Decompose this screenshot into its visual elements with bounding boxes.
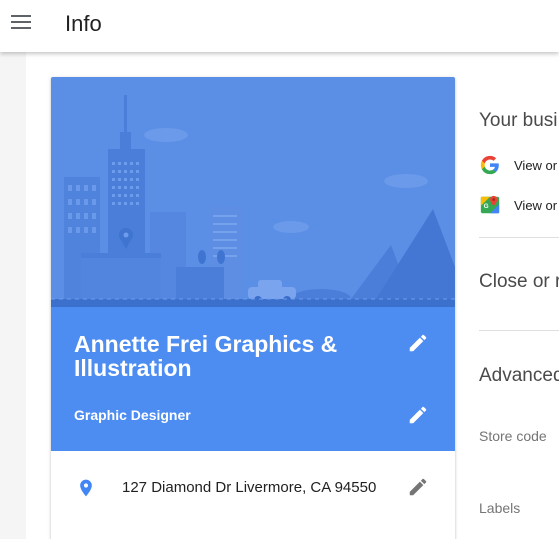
labels-label[interactable]: Labels: [479, 500, 520, 516]
address-row[interactable]: 127 Diamond Dr Livermore, CA 94550: [51, 451, 455, 531]
city-illustration-banner: [51, 77, 455, 307]
page-title: Info: [65, 11, 102, 36]
advanced-title: Advanced: [479, 365, 559, 386]
section-divider: [479, 237, 559, 238]
edit-name-pencil-icon[interactable]: [407, 332, 429, 354]
right-side-panel: Your busi View or G View or Close or r A…: [479, 52, 559, 539]
top-app-bar: Info: [0, 0, 559, 52]
your-business-title: Your busi: [479, 110, 558, 131]
section-divider: [479, 330, 559, 331]
view-maps-label: View or: [514, 198, 558, 213]
business-category: Graphic Designer: [74, 407, 191, 423]
close-or-remove-title[interactable]: Close or r: [479, 271, 559, 293]
view-google-label: View or: [514, 158, 558, 173]
hamburger-menu-icon[interactable]: [11, 15, 31, 29]
business-header-band: Annette Frei Graphics & Illustration Gra…: [51, 307, 455, 451]
map-pin-icon: [80, 479, 92, 497]
svg-text:G: G: [484, 203, 489, 210]
business-info-card: Annette Frei Graphics & Illustration Gra…: [51, 77, 455, 539]
edit-category-pencil-icon[interactable]: [407, 404, 429, 426]
business-address: 127 Diamond Dr Livermore, CA 94550: [122, 479, 377, 496]
google-g-icon: [480, 155, 499, 175]
business-name: Annette Frei Graphics & Illustration: [74, 331, 338, 381]
left-gutter: [0, 52, 26, 539]
edit-address-pencil-icon[interactable]: [407, 476, 429, 498]
google-maps-icon: G: [480, 195, 500, 214]
store-code-label[interactable]: Store code: [479, 428, 547, 444]
